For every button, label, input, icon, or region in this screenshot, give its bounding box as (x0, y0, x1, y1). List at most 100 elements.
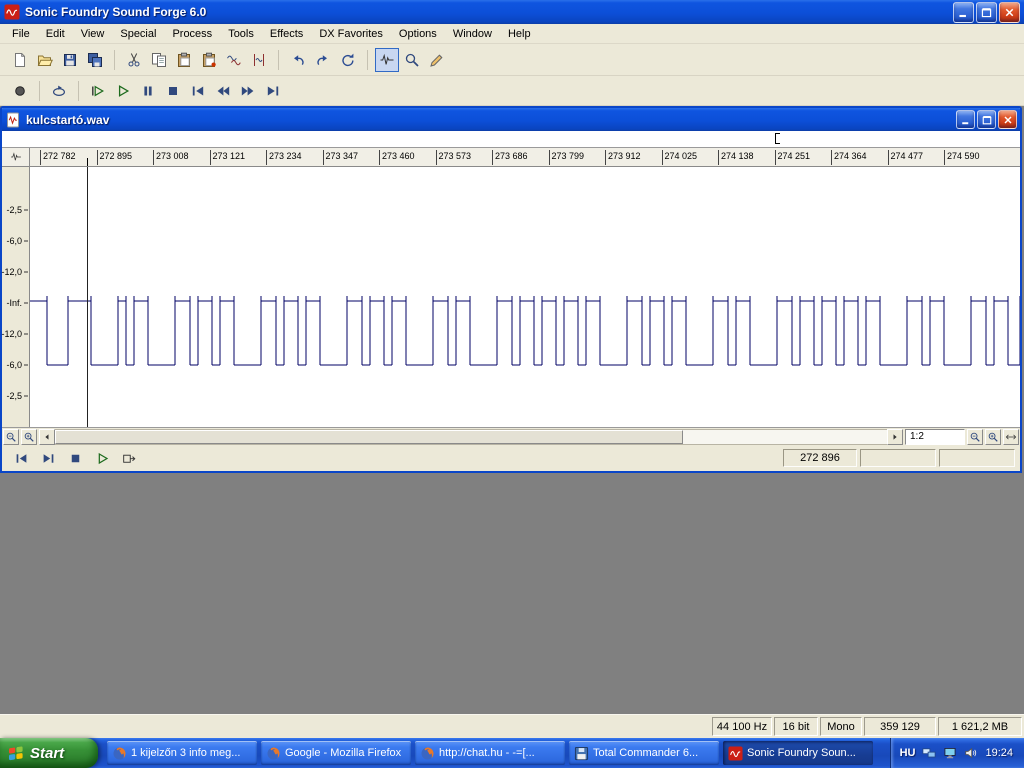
doc-close-button[interactable] (998, 110, 1017, 129)
go-end-icon (43, 453, 53, 463)
taskbar-button[interactable]: 1 kijelzőn 3 info meg... (107, 741, 257, 765)
scrollbar-track[interactable] (55, 428, 887, 445)
zoom-out-icon (6, 432, 16, 442)
taskbar-button[interactable]: http://chat.hu - -=[... (415, 741, 565, 765)
menu-item-dx-favorites[interactable]: DX Favorites (311, 26, 391, 42)
copy-button[interactable] (147, 48, 171, 72)
maximize-button[interactable] (976, 1, 997, 23)
save-all-button[interactable] (83, 48, 107, 72)
overview-cursor[interactable] (775, 133, 780, 144)
repeat-button[interactable] (336, 48, 360, 72)
zoom-horizontal-button[interactable] (1003, 428, 1019, 445)
language-indicator[interactable]: HU (900, 747, 916, 759)
magnify-tool-button[interactable] (400, 48, 424, 72)
cut-button[interactable] (122, 48, 146, 72)
doc-play-device-button[interactable] (118, 448, 140, 468)
menu-item-tools[interactable]: Tools (220, 26, 262, 42)
save-file-button[interactable] (58, 48, 82, 72)
menu-item-process[interactable]: Process (164, 26, 220, 42)
edit-tool-button[interactable] (375, 47, 399, 72)
menu-item-options[interactable]: Options (391, 26, 445, 42)
rewind-button[interactable] (211, 79, 235, 103)
doc-status-cell: 272 896 (783, 449, 857, 467)
new-doc-icon (15, 52, 25, 67)
loop-playback-button[interactable] (47, 79, 71, 103)
zoom-selection-button[interactable] (3, 428, 19, 445)
doc-stop-button[interactable] (64, 448, 86, 468)
undo-button[interactable] (286, 48, 310, 72)
ruler-label: 273 008 (153, 150, 189, 165)
menu-item-special[interactable]: Special (112, 26, 164, 42)
zoom-in-time-button[interactable] (985, 428, 1001, 445)
horizontal-scrollbar[interactable] (39, 428, 903, 445)
play-all-button[interactable] (86, 79, 110, 103)
mix-button[interactable] (222, 48, 246, 72)
time-ruler[interactable]: 272 782 272 895 273 008 273 121 273 234 273 3… (30, 148, 1020, 166)
play-all-icon (92, 85, 104, 96)
doc-go-to-end-button[interactable] (37, 448, 59, 468)
taskbar-button[interactable]: Google - Mozilla Firefox (261, 741, 411, 765)
status-cell: 44 100 Hz (712, 717, 772, 736)
toolbar-transport (0, 76, 1024, 106)
record-button[interactable] (8, 79, 32, 103)
zoom-out-icon (970, 432, 980, 442)
taskbar-button[interactable]: Sonic Foundry Soun... (723, 741, 873, 765)
minimize-button[interactable] (953, 1, 974, 23)
scroll-left-button[interactable] (39, 428, 55, 445)
zoom-normal-button[interactable] (21, 428, 37, 445)
open-file-button[interactable] (33, 48, 57, 72)
taskbar-button-label: Google - Mozilla Firefox (285, 747, 402, 759)
mdi-workspace: kulcstartó.wav 272 782 272 895 273 008 273 … (0, 106, 1024, 714)
zoom-out-time-button[interactable] (967, 428, 983, 445)
menu-item-help[interactable]: Help (500, 26, 539, 42)
record-icon (15, 85, 25, 96)
stop-button[interactable] (161, 79, 185, 103)
paste-special-button[interactable] (197, 48, 221, 72)
ruler-label: 273 121 (209, 150, 245, 165)
menu-item-edit[interactable]: Edit (38, 26, 73, 42)
menu-item-view[interactable]: View (73, 26, 113, 42)
sf-logo-icon (728, 745, 743, 761)
app-icon (4, 4, 20, 20)
db-tick (24, 240, 28, 242)
status-cell: 16 bit (774, 717, 818, 736)
playback-cursor[interactable] (87, 167, 88, 427)
trim-button[interactable] (247, 48, 271, 72)
doc-go-to-start-button[interactable] (10, 448, 32, 468)
arrow-right-icon (893, 433, 897, 440)
go-to-start-button[interactable] (186, 79, 210, 103)
scroll-right-button[interactable] (887, 428, 903, 445)
menu-item-file[interactable]: File (4, 26, 38, 42)
waveform-view[interactable] (30, 167, 1020, 427)
scrollbar-thumb[interactable] (55, 429, 683, 444)
go-start-icon (16, 453, 26, 463)
clock: 19:24 (985, 747, 1013, 759)
display-tray-icon[interactable] (943, 746, 957, 760)
menu-item-window[interactable]: Window (445, 26, 500, 42)
overview-bar[interactable] (2, 131, 1020, 148)
taskbar-button-label: Total Commander 6... (593, 747, 699, 759)
stop-icon (169, 86, 177, 95)
forward-button[interactable] (236, 79, 260, 103)
paste-button[interactable] (172, 48, 196, 72)
start-button[interactable]: Start (0, 738, 98, 768)
new-file-button[interactable] (8, 48, 32, 72)
pause-button[interactable] (136, 79, 160, 103)
magnify-icon (405, 53, 419, 67)
play-button[interactable] (111, 79, 135, 103)
taskbar-button[interactable]: Total Commander 6... (569, 741, 719, 765)
pencil-tool-button[interactable] (425, 48, 449, 72)
redo-button[interactable] (311, 48, 335, 72)
doc-play-button[interactable] (91, 448, 113, 468)
doc-minimize-button[interactable] (956, 110, 975, 129)
ruler-format-button[interactable] (9, 151, 23, 163)
go-to-end-button[interactable] (261, 79, 285, 103)
menu-item-effects[interactable]: Effects (262, 26, 311, 42)
network-tray-icon[interactable] (922, 746, 937, 760)
db-label: -6,0 (6, 360, 22, 370)
ruler-row: 272 782 272 895 273 008 273 121 273 234 273 3… (2, 148, 1020, 167)
doc-maximize-button[interactable] (977, 110, 996, 129)
close-button[interactable] (999, 1, 1020, 23)
db-tick (24, 302, 28, 304)
volume-tray-icon[interactable] (964, 746, 978, 760)
